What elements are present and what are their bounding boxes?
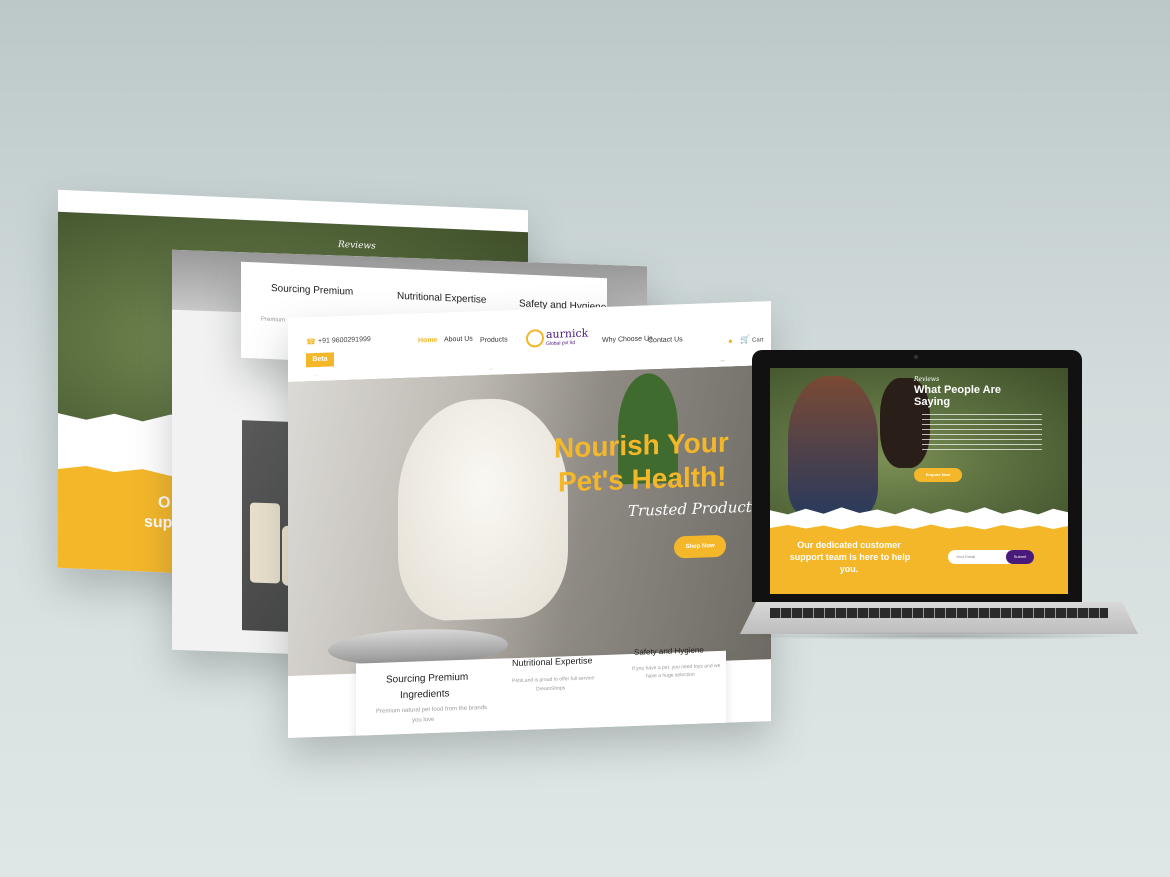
dog-body <box>398 396 568 623</box>
user-icon[interactable]: ● <box>728 336 733 345</box>
beta-badge: Beta <box>306 352 334 368</box>
laptop-support-line3: you. <box>839 564 859 574</box>
feature-2-title: Nutritional Expertise <box>512 655 593 669</box>
laptop-camera-icon <box>914 355 918 359</box>
cart-icon[interactable]: 🛒 <box>740 335 750 344</box>
feature-3-desc-line1: If you have a pet, you need toys and we <box>632 662 721 672</box>
cart-label[interactable]: Cart <box>752 337 763 343</box>
brand-logo[interactable]: aurnick Global pvt ltd <box>526 326 589 354</box>
laptop-keyboard-base <box>740 602 1138 634</box>
phone-icon: ☎ <box>306 337 316 347</box>
laptop-support-line2: support team is here to help <box>789 552 911 562</box>
laptop-review-text <box>922 414 1042 454</box>
feature-1-title-line2: Ingredients <box>400 688 450 702</box>
feature-2-desc-line1: PetsLand is proud to offer full service <box>512 675 595 685</box>
feature-strip: Sourcing Premium Ingredients Premium nat… <box>356 645 726 738</box>
product-jar-1 <box>250 502 280 584</box>
laptop-reviews-script: Reviews <box>914 376 940 383</box>
laptop-woman <box>788 376 878 516</box>
shop-now-button[interactable]: Shop Now <box>674 534 726 559</box>
nav-contact[interactable]: Contact Us <box>648 336 683 344</box>
laptop-support-line1: Our dedicated customer <box>797 540 901 550</box>
feature-1-desc-line1: Premium natural pet food from the brands <box>376 705 488 715</box>
nav-about[interactable]: About Us <box>444 336 473 344</box>
logo-mark-icon <box>526 329 544 348</box>
laptop-reviews-title-2: Saying <box>914 396 951 408</box>
feature-3-desc-line2: have a huge selection <box>646 671 695 680</box>
brand-tagline: Global pvt ltd <box>546 339 576 347</box>
laptop-screen: Reviews What People Are Saying Enquire N… <box>770 368 1068 594</box>
feature-2-desc-line2: DreamShops <box>536 685 566 693</box>
support-text-partial-2: sup <box>144 513 173 532</box>
phone-number[interactable]: +91 9600291999 <box>318 336 371 345</box>
laptop-keys <box>770 608 1108 618</box>
laptop-screen-bezel: Reviews What People Are Saying Enquire N… <box>752 350 1082 602</box>
nav-why-choose[interactable]: Why Choose Us <box>602 335 653 344</box>
back-feature-desc: Premium <box>261 316 286 324</box>
back-feature-1: Sourcing Premium <box>271 283 354 298</box>
laptop-shadow <box>740 632 1138 640</box>
support-text-partial-1: O <box>158 494 171 512</box>
laptop-reviews-title-1: What People Are <box>914 384 1001 396</box>
brand-name: aurnick <box>546 326 589 341</box>
laptop-submit-button[interactable]: Submit <box>1006 550 1034 564</box>
hero-title-line2: Pet's Health! <box>558 460 727 498</box>
laptop-enquire-button[interactable]: Enquire Now <box>914 468 962 482</box>
hero-title-line1: Nourish Your <box>554 426 729 464</box>
front-home-card: ☎ +91 9600291999 Beta Home About Us Prod… <box>288 301 771 738</box>
nav-home[interactable]: Home <box>418 337 437 345</box>
feature-1-desc-line2: you love <box>412 716 435 724</box>
feature-3-title: Safety and Hygiene <box>634 645 704 657</box>
reviews-script-label: Reviews <box>338 239 376 252</box>
laptop-email-placeholder: Your Email <box>956 554 976 559</box>
back-feature-2: Nutritional Expertise <box>397 290 487 306</box>
feature-1-title-line1: Sourcing Premium <box>386 671 469 686</box>
nav-products[interactable]: Products <box>480 336 508 344</box>
